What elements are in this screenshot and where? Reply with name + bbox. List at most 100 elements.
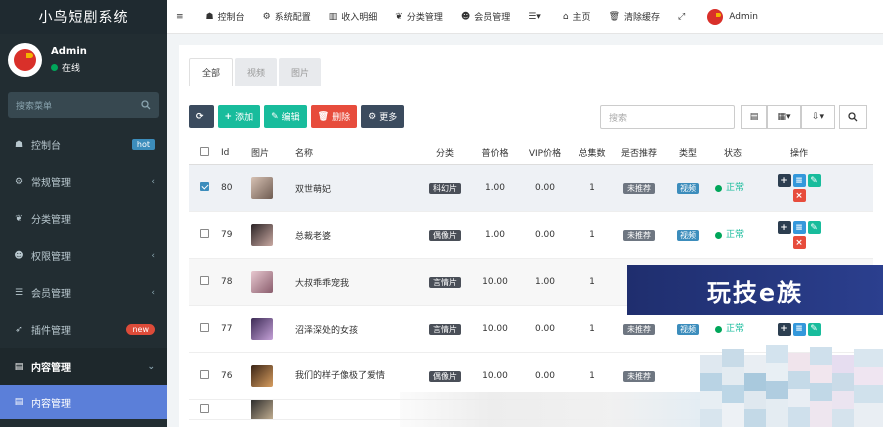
sidebar-subitem-content[interactable]: ▤ 内容管理 [0, 385, 167, 419]
more-button[interactable]: ⚙ 更多 [361, 105, 405, 128]
category-tag[interactable]: 偶像片 [429, 370, 461, 382]
delete-button[interactable]: 🗑 删除 [310, 105, 358, 128]
row-id: 79 [221, 230, 233, 240]
group-icon: ☻ [14, 250, 24, 261]
row-checkbox[interactable] [200, 323, 209, 332]
export-dropdown[interactable]: ⇩▾ [801, 105, 835, 129]
sidebar-item-content[interactable]: ▤ 内容管理 ⌄ [0, 348, 167, 385]
detail-button[interactable]: ≡ [792, 174, 806, 187]
type-tag[interactable]: 视频 [677, 323, 699, 335]
table-row[interactable]: 79 总裁老婆 偶像片 1.00 0.00 1 未推荐 视频 正常 + ≡ ✎ … [189, 212, 873, 259]
top-nav-income[interactable]: ▥ 收入明细 [320, 10, 387, 24]
row-checkbox[interactable] [200, 403, 209, 413]
row-thumbnail[interactable] [251, 224, 273, 246]
trash-icon: 🗑 [317, 111, 330, 122]
row-name: 沼泽深处的女孩 [295, 325, 359, 336]
drag-sort-button[interactable]: + [777, 322, 791, 336]
row-thumbnail[interactable] [251, 271, 273, 293]
recommend-tag[interactable]: 未推荐 [623, 229, 655, 241]
top-user-menu[interactable]: Admin [698, 8, 767, 25]
delete-row-button[interactable]: × [792, 189, 806, 202]
sidebar-item-members[interactable]: ☰ 会员管理 ‹ [0, 274, 167, 311]
row-thumbnail[interactable] [251, 365, 273, 387]
top-nav-system-config[interactable]: ⚙ 系统配置 [254, 10, 320, 24]
col-header-category: 分类 [435, 149, 454, 159]
recommend-tag[interactable]: 未推荐 [623, 323, 655, 335]
rocket-icon: ➶ [15, 324, 23, 335]
top-nav-clear-cache[interactable]: 🗑 清除缓存 [600, 10, 669, 24]
tab-video[interactable]: 视频 [235, 58, 278, 86]
row-id: 78 [221, 277, 233, 287]
col-header-id[interactable]: Id [221, 148, 251, 158]
tab-all[interactable]: 全部 [189, 58, 234, 86]
delete-row-button[interactable]: × [792, 236, 806, 249]
col-header-vip-price: VIP价格 [528, 149, 562, 159]
category-tag[interactable]: 科幻片 [429, 182, 461, 194]
edit-row-button[interactable]: ✎ [807, 322, 821, 336]
edit-button[interactable]: ✎ 编辑 [264, 105, 307, 128]
add-button[interactable]: + 添加 [217, 105, 261, 128]
sidebar-item-label: 权限管理 [31, 252, 71, 263]
user-icon: ☻ [460, 11, 471, 22]
table-search-input[interactable]: 搜索 [600, 105, 735, 129]
sidebar-item-category[interactable]: ❦ 分类管理 [0, 200, 167, 237]
watermark-banner: 玩技e族 [627, 265, 883, 315]
row-thumbnail[interactable] [251, 400, 273, 419]
row-thumbnail[interactable] [251, 177, 273, 199]
col-header-status: 状态 [723, 149, 742, 159]
hot-badge: hot [131, 139, 155, 150]
top-nav-label: 控制台 [217, 13, 245, 23]
drag-sort-button[interactable]: + [777, 221, 791, 234]
top-nav-more-dropdown[interactable]: ☰▾ [519, 12, 554, 22]
edit-row-button[interactable]: ✎ [807, 221, 821, 234]
brand-title[interactable]: 小鸟短剧系统 [0, 0, 167, 34]
top-nav-category[interactable]: ❦ 分类管理 [386, 10, 452, 24]
top-nav-members[interactable]: ☻ 会员管理 [452, 10, 519, 24]
row-price: 10.00 [482, 277, 508, 287]
top-nav-dashboard[interactable]: ☗ 控制台 [197, 10, 254, 24]
select-all-checkbox[interactable] [200, 146, 209, 156]
user-status-label: 在线 [62, 64, 81, 74]
row-name: 总裁老婆 [295, 231, 332, 242]
type-tag[interactable]: 视频 [677, 229, 699, 241]
menu-toggle-button[interactable]: ≡ [167, 12, 197, 22]
sidebar-item-general[interactable]: ⚙ 常规管理 ‹ [0, 163, 167, 200]
top-user-name: Admin [729, 11, 758, 22]
row-checkbox[interactable] [200, 229, 209, 238]
row-thumbnail[interactable] [251, 318, 273, 340]
table-toolbar: ⟳ + 添加 ✎ 编辑 🗑 删除 ⚙ 更多 [189, 105, 408, 128]
recommend-tag[interactable]: 未推荐 [623, 370, 655, 382]
category-tag[interactable]: 偶像片 [429, 229, 461, 241]
row-checkbox[interactable] [200, 276, 209, 285]
category-tag[interactable]: 言情片 [429, 276, 461, 288]
top-nav-label: 分类管理 [406, 13, 443, 23]
category-tag[interactable]: 言情片 [429, 323, 461, 335]
search-toggle-button[interactable] [839, 105, 867, 129]
row-checkbox[interactable] [200, 182, 209, 191]
sidebar-item-permission[interactable]: ☻ 权限管理 ‹ [0, 237, 167, 274]
file-icon: ▤ [14, 361, 24, 372]
search-icon[interactable] [141, 100, 151, 110]
sidebar-item-plugins[interactable]: ➶ 插件管理 new [0, 311, 167, 348]
col-header-image: 图片 [251, 149, 270, 159]
recommend-tag[interactable]: 未推荐 [623, 182, 655, 194]
top-nav-home[interactable]: ⌂ 主页 [554, 10, 600, 24]
sidebar-item-label: 插件管理 [31, 326, 71, 337]
sidebar-search-input[interactable]: 搜索菜单 [8, 92, 159, 118]
detail-button[interactable]: ≡ [792, 221, 806, 234]
columns-dropdown[interactable]: ▦▾ [767, 105, 801, 129]
drag-sort-button[interactable]: + [777, 174, 791, 187]
fullscreen-button[interactable]: ⤢ [669, 12, 698, 22]
type-tag[interactable]: 视频 [677, 182, 699, 194]
sidebar-item-dashboard[interactable]: ☗ 控制台 hot [0, 126, 167, 163]
toggle-view-button[interactable]: ▤ [741, 105, 767, 129]
row-name: 我们的样子像极了爱情 [295, 370, 386, 381]
tab-image[interactable]: 图片 [279, 58, 322, 86]
refresh-button[interactable]: ⟳ [189, 105, 214, 128]
bar-chart-icon: ▥ [328, 11, 338, 22]
fullscreen-icon: ⤢ [678, 11, 686, 22]
detail-button[interactable]: ≡ [792, 322, 806, 336]
row-checkbox[interactable] [200, 370, 209, 379]
table-row[interactable]: 80 双世萌妃 科幻片 1.00 0.00 1 未推荐 视频 正常 + ≡ ✎ … [189, 165, 873, 212]
edit-row-button[interactable]: ✎ [807, 174, 821, 187]
